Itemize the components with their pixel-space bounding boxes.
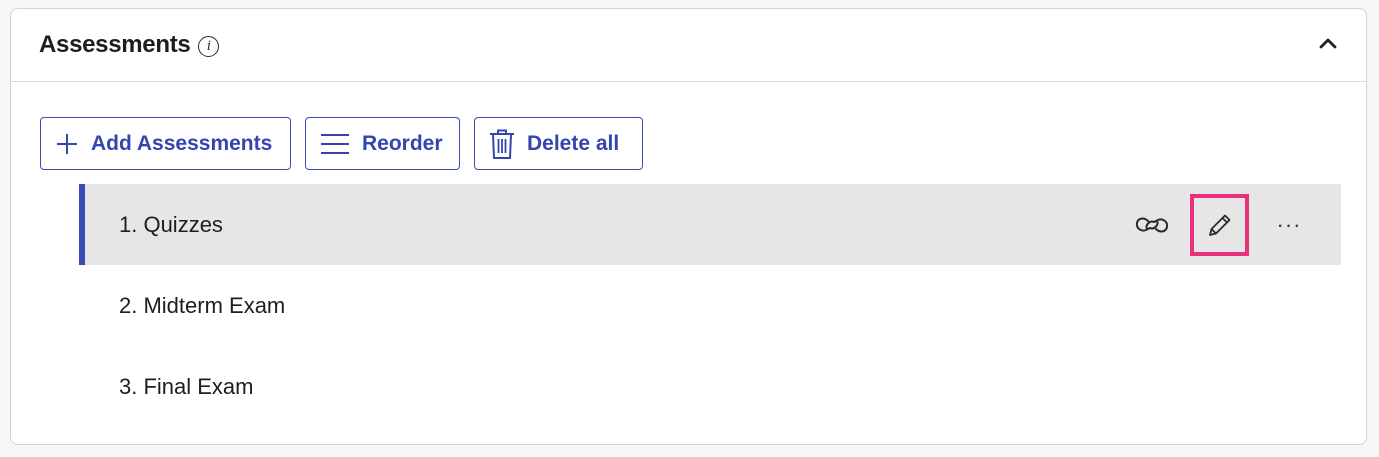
assessment-label: 2. Midterm Exam <box>119 292 286 318</box>
collapse-button[interactable] <box>1316 31 1340 55</box>
panel-header: Assessments i <box>11 9 1366 82</box>
assessment-row-final[interactable]: 3. Final Exam <box>79 346 1341 427</box>
row-actions: ··· <box>1132 184 1341 265</box>
ellipsis-icon: ··· <box>1276 211 1302 237</box>
assessment-label: 1. Quizzes <box>119 211 223 237</box>
reorder-button[interactable]: Reorder <box>305 117 460 170</box>
assessments-panel: Assessments i Add Assessments Reorder De… <box>10 8 1367 445</box>
trash-icon <box>489 128 515 160</box>
reorder-icon <box>320 133 350 155</box>
panel-title: Assessments <box>39 31 191 58</box>
link-icon <box>1135 217 1169 232</box>
chevron-up-icon <box>1319 38 1337 49</box>
edit-button[interactable] <box>1190 193 1249 256</box>
info-icon[interactable]: i <box>198 36 220 57</box>
assessment-row-quizzes[interactable]: 1. Quizzes ··· <box>79 184 1341 265</box>
toolbar: Add Assessments Reorder Delete all <box>40 117 643 170</box>
delete-all-button[interactable]: Delete all <box>474 117 643 170</box>
assessment-list: 1. Quizzes ··· 2. Midterm Exam 3. Final … <box>79 184 1341 427</box>
assessment-label: 3. Final Exam <box>119 373 254 399</box>
assessment-row-midterm[interactable]: 2. Midterm Exam <box>79 265 1341 346</box>
pencil-icon <box>1208 214 1230 236</box>
add-assessments-button[interactable]: Add Assessments <box>40 117 291 170</box>
link-button[interactable] <box>1132 205 1172 245</box>
plus-icon <box>55 132 79 156</box>
add-assessments-label: Add Assessments <box>91 131 273 155</box>
reorder-label: Reorder <box>362 131 443 155</box>
delete-all-label: Delete all <box>527 131 620 155</box>
more-options-button[interactable]: ··· <box>1269 205 1309 245</box>
